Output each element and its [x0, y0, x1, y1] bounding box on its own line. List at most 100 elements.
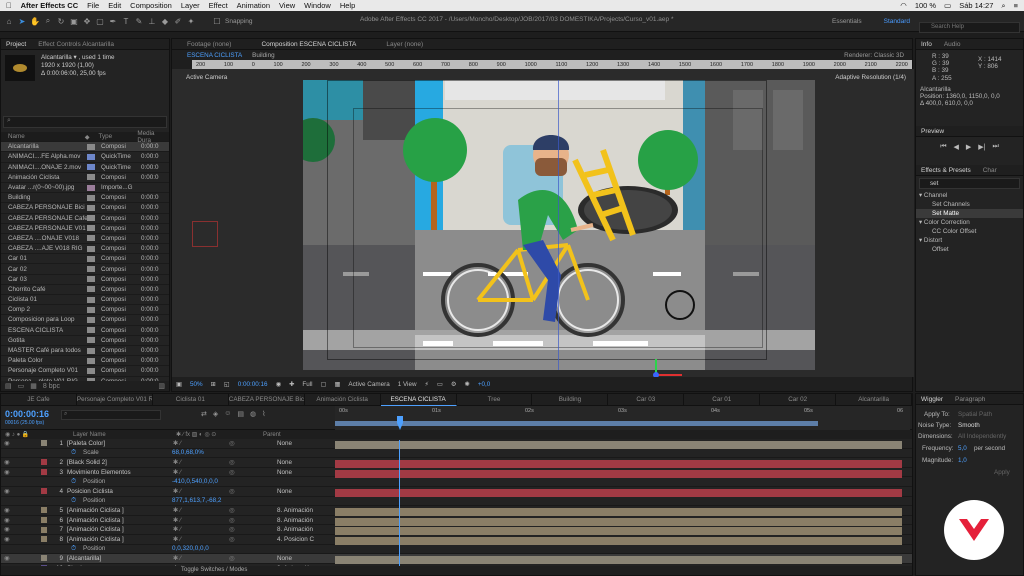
- roto-brush-tool-icon[interactable]: ✐: [173, 15, 183, 27]
- zoom-tool-icon[interactable]: ⌕: [43, 15, 53, 27]
- search-help-input[interactable]: Search Help: [919, 22, 1020, 33]
- bpc-label[interactable]: 8 bpc: [43, 383, 60, 390]
- project-item[interactable]: Animación Ciclista Composi 0:00:0: [1, 173, 169, 183]
- timeline-tab[interactable]: Ciclista 01: [153, 393, 229, 406]
- noise-type-dropdown[interactable]: Smooth: [958, 422, 980, 429]
- layer-switches[interactable]: ✱ ∕: [173, 459, 181, 466]
- layer-switches[interactable]: ✱ ∕: [173, 507, 181, 514]
- col-type[interactable]: Type: [99, 133, 138, 140]
- eye-icon[interactable]: ◉: [4, 555, 10, 562]
- layer-duration-bar[interactable]: [335, 441, 902, 449]
- selection-tool-icon[interactable]: ➤: [17, 15, 27, 27]
- effect-item[interactable]: CC Color Offset: [916, 227, 1023, 236]
- label-swatch[interactable]: [87, 153, 95, 160]
- col-layer-name[interactable]: Layer Name: [73, 432, 106, 438]
- layer-name[interactable]: [Alcantarilla]: [67, 555, 167, 562]
- zoom-dropdown[interactable]: 50%: [190, 381, 203, 388]
- project-item[interactable]: ANIMACI....ONAJE 2.mov QuickTime 0:00:0: [1, 163, 169, 173]
- layer-label-swatch[interactable]: [41, 517, 47, 524]
- label-swatch[interactable]: [87, 204, 95, 211]
- property-value[interactable]: -410,0,540,0,0,0: [172, 478, 218, 485]
- pen-tool-icon[interactable]: ✒: [108, 15, 118, 27]
- channel-icon[interactable]: ✚: [289, 381, 294, 388]
- project-item[interactable]: Comp 2 Composi 0:00:0: [1, 305, 169, 316]
- layer-switches[interactable]: ✱ ∕: [173, 536, 181, 543]
- parent-pickwhip-icon[interactable]: ◎: [229, 469, 235, 476]
- project-item[interactable]: CABEZA ....AJE V018 RIG Composi 0:00:0: [1, 244, 169, 255]
- stopwatch-icon[interactable]: ⏱: [71, 545, 76, 553]
- label-swatch[interactable]: [87, 367, 95, 374]
- current-time[interactable]: 0:00:00:16: [238, 381, 268, 388]
- mask-icon[interactable]: ◱: [224, 381, 230, 388]
- timeline-tab[interactable]: Car 03: [608, 393, 685, 406]
- clone-stamp-tool-icon[interactable]: ⊥: [147, 15, 157, 27]
- project-item[interactable]: CABEZA PERSONAJE V01 Composi 0:00:0: [1, 224, 169, 234]
- keyframe-track[interactable]: [335, 500, 910, 506]
- label-swatch[interactable]: [87, 215, 95, 222]
- layer-label-swatch[interactable]: [41, 536, 47, 543]
- label-swatch[interactable]: [87, 255, 95, 262]
- project-item[interactable]: Car 02 Composi 0:00:0: [1, 264, 169, 275]
- label-col-icon[interactable]: ◆: [85, 134, 93, 141]
- layer-duration-bar[interactable]: [335, 489, 902, 497]
- eye-icon[interactable]: ◉: [4, 488, 10, 495]
- parent-dropdown[interactable]: None: [277, 459, 292, 466]
- layer-label-swatch[interactable]: [41, 507, 47, 514]
- project-item[interactable]: ANIMACI....FE Alpha.mov QuickTime 0:00:0: [1, 152, 169, 163]
- parent-pickwhip-icon[interactable]: ◎: [229, 526, 235, 533]
- project-item[interactable]: CABEZA PERSONAJE Cafe Composi 0:00:0: [1, 214, 169, 224]
- project-item[interactable]: MASTER Café para todos Composi 0:00:0: [1, 346, 169, 357]
- timeline-icon[interactable]: ▭: [437, 381, 443, 388]
- effect-category[interactable]: ▾ Color Correction: [916, 218, 1023, 227]
- exposure-icon[interactable]: ✺: [465, 381, 470, 388]
- label-swatch[interactable]: [87, 184, 95, 191]
- label-swatch[interactable]: [87, 306, 95, 313]
- menu-list-icon[interactable]: ≡: [1014, 1, 1018, 10]
- tab-effect-controls[interactable]: Effect Controls Alcantarilla: [38, 41, 114, 48]
- apple-icon[interactable]: : [6, 1, 12, 10]
- clock[interactable]: Sáb 14:27: [959, 1, 993, 10]
- label-swatch[interactable]: [87, 276, 95, 283]
- workspace-essentials[interactable]: Essentials: [832, 18, 862, 25]
- camera-tool-icon[interactable]: ▣: [69, 15, 79, 27]
- parent-dropdown[interactable]: 8. Animación: [277, 507, 313, 514]
- layer-label-swatch[interactable]: [41, 526, 47, 533]
- label-swatch[interactable]: [87, 286, 95, 293]
- eye-icon[interactable]: ◉: [4, 440, 10, 447]
- tab-project[interactable]: Project: [6, 41, 26, 48]
- keyframe-track[interactable]: [335, 480, 910, 486]
- label-swatch[interactable]: [87, 347, 95, 354]
- menu-layer[interactable]: Layer: [181, 1, 200, 10]
- dimensions-dropdown[interactable]: All Independently: [958, 433, 1006, 440]
- timeline-tab[interactable]: Alcantarilla: [836, 393, 913, 406]
- breadcrumb-escena-ciclista[interactable]: ESCENA CICLISTA: [187, 52, 242, 59]
- always-preview-icon[interactable]: ▣: [176, 381, 182, 388]
- eraser-tool-icon[interactable]: ◆: [160, 15, 170, 27]
- snapping-checkbox[interactable]: ☐: [212, 15, 222, 27]
- project-item[interactable]: Composicion para Loop Composi 0:00:0: [1, 315, 169, 326]
- layer-name[interactable]: [Animación Ciclista ]: [67, 526, 167, 533]
- tab-character[interactable]: Char: [983, 167, 997, 174]
- project-item[interactable]: CABEZA ....ONAJE V018 Composi 0:00:0: [1, 234, 169, 245]
- composition-canvas[interactable]: Active Camera Adaptive Resolution (1/4): [172, 69, 914, 377]
- shy-icon[interactable]: ☺: [224, 410, 231, 418]
- menu-window[interactable]: Window: [304, 1, 331, 10]
- effect-item[interactable]: Set Channels: [916, 200, 1023, 209]
- menu-edit[interactable]: Edit: [108, 1, 121, 10]
- label-swatch[interactable]: [87, 174, 95, 181]
- keyframe-track[interactable]: [335, 452, 910, 458]
- label-swatch[interactable]: [87, 337, 95, 344]
- layer-duration-bar[interactable]: [335, 460, 902, 469]
- project-item[interactable]: ESCENA CICLISTA Composi 0:00:0: [1, 326, 169, 336]
- layer-switches[interactable]: ✱ ∕: [173, 555, 181, 562]
- layer-switches[interactable]: ✱ ∕: [173, 469, 181, 476]
- camera-dropdown[interactable]: Active Camera: [348, 381, 389, 388]
- parent-pickwhip-icon[interactable]: ◎: [229, 555, 235, 562]
- grid-icon[interactable]: ⊞: [211, 381, 216, 388]
- menu-animation[interactable]: Animation: [237, 1, 270, 10]
- layer-label-swatch[interactable]: [41, 469, 47, 476]
- label-swatch[interactable]: [87, 225, 95, 232]
- label-swatch[interactable]: [87, 296, 95, 303]
- layer-name[interactable]: [Animación Ciclista ]: [67, 517, 167, 524]
- toggle-switches-button[interactable]: Toggle Switches / Modes: [1, 566, 912, 575]
